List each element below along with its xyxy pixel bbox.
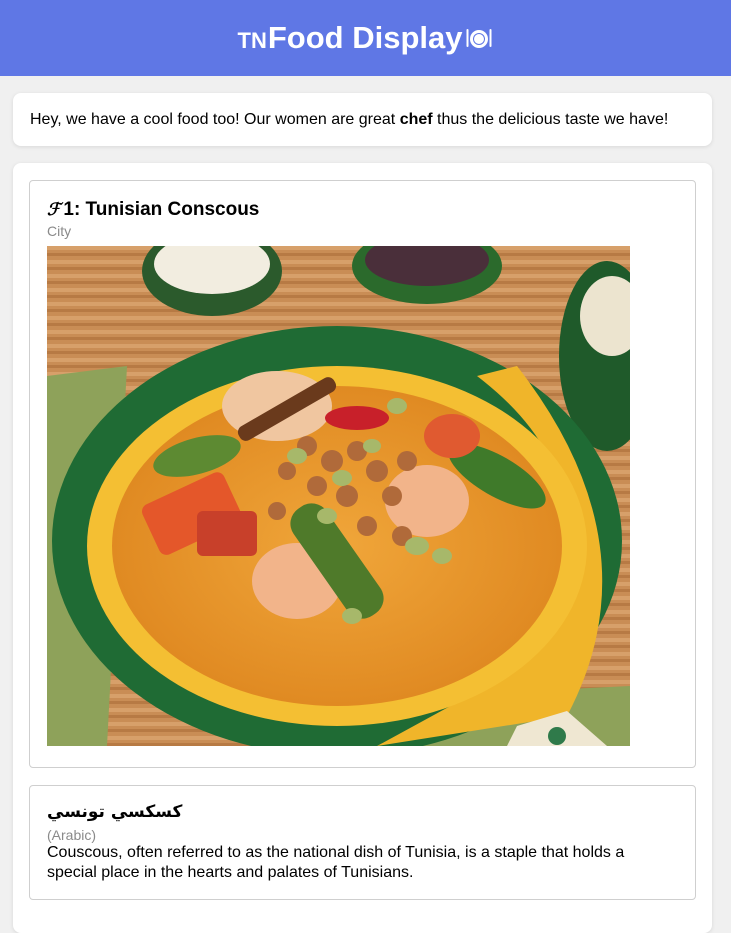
dish-subtitle: City — [47, 223, 72, 239]
dish-title: ℱ 1: Tunisian Conscous — [47, 199, 259, 221]
intro-card: Hey, we have a cool food too! Our women … — [13, 93, 712, 146]
flag-mark: TN — [237, 28, 267, 53]
language-label: (Arabic) — [47, 827, 97, 843]
dish-image — [47, 246, 630, 746]
script-f-icon: ℱ — [47, 200, 61, 220]
dish-info-card: كسكسي تونسي (Arabic) Couscous, often ref… — [29, 785, 696, 900]
page-title: TN Food Display — [238, 20, 494, 56]
dish-description: Couscous, often referred to as the natio… — [47, 844, 625, 881]
title-text: Food Display — [267, 20, 463, 55]
arabic-name: كسكسي تونسي — [47, 802, 183, 822]
app-header: TN Food Display — [0, 0, 731, 76]
intro-text: Hey, we have a cool food too! Our women … — [30, 110, 669, 128]
intro-bold-word: chef — [399, 110, 433, 128]
dish-number-label: 1: Tunisian Conscous — [63, 199, 260, 220]
plate-cutlery-icon — [466, 29, 492, 48]
dish-card: ℱ 1: Tunisian Conscous City — [29, 180, 696, 768]
